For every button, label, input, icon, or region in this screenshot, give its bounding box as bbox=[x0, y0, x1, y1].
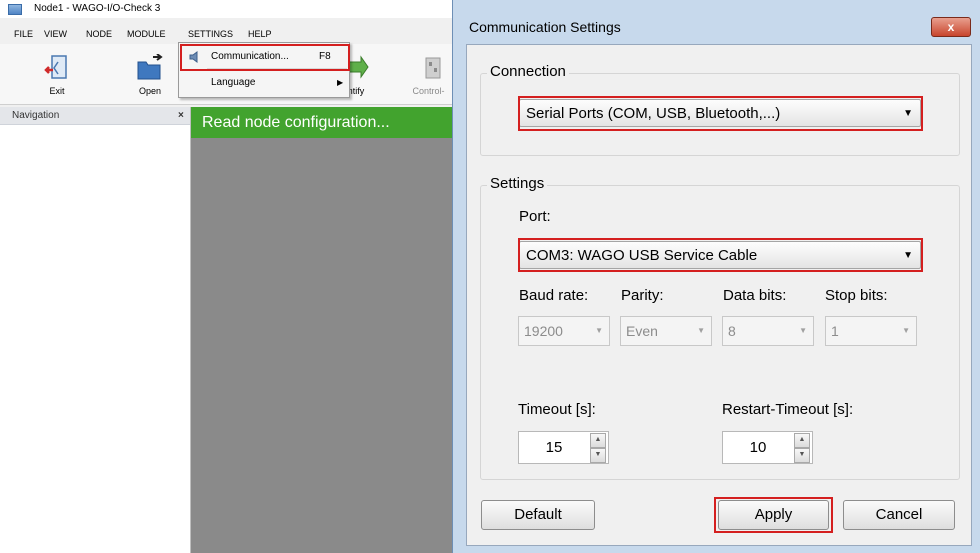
submenu-arrow-icon: ▶ bbox=[337, 78, 344, 87]
navigation-header: Navigation × bbox=[0, 107, 190, 125]
timeout-label: Timeout [s]: bbox=[518, 401, 596, 418]
increment-icon[interactable]: ▲ bbox=[590, 433, 606, 448]
restart-timeout-stepper[interactable]: 10 ▲ ▼ bbox=[722, 431, 813, 464]
stop-bits-select[interactable]: 1 ▼ bbox=[825, 316, 917, 346]
apply-highlight-box bbox=[714, 497, 833, 533]
baud-rate-select[interactable]: 19200 ▼ bbox=[518, 316, 610, 346]
exit-button[interactable]: Exit bbox=[32, 54, 82, 96]
navigation-title: Navigation bbox=[12, 110, 60, 121]
close-icon: x bbox=[947, 20, 955, 34]
cancel-button[interactable]: Cancel bbox=[843, 500, 955, 530]
dialog-title: Communication Settings bbox=[469, 19, 621, 35]
exit-label: Exit bbox=[49, 86, 65, 96]
connection-group-label: Connection bbox=[487, 63, 569, 80]
decrement-icon[interactable]: ▼ bbox=[794, 448, 810, 463]
restart-timeout-value: 10 bbox=[749, 439, 767, 456]
connection-highlight-box bbox=[518, 96, 923, 131]
status-banner: Read node configuration... bbox=[191, 107, 452, 138]
menu-help[interactable]: HELP bbox=[248, 26, 272, 42]
folder-open-icon bbox=[137, 54, 163, 80]
baud-rate-value: 19200 bbox=[524, 323, 563, 339]
chevron-down-icon: ▼ bbox=[595, 326, 603, 335]
open-label: Open bbox=[138, 86, 162, 96]
timeout-value: 15 bbox=[545, 439, 563, 456]
menu-item-language[interactable]: Language ▶ bbox=[179, 71, 349, 95]
chevron-down-icon: ▼ bbox=[697, 326, 705, 335]
control-button[interactable]: Control- bbox=[405, 54, 452, 96]
default-button[interactable]: Default bbox=[481, 500, 595, 530]
dialog-body: Connection Serial Ports (COM, USB, Bluet… bbox=[466, 44, 972, 546]
menu-node[interactable]: NODE bbox=[86, 26, 112, 42]
app-title: Node1 - WAGO-I/O-Check 3 bbox=[34, 3, 161, 14]
menu-file[interactable]: FILE bbox=[14, 26, 33, 42]
chevron-down-icon: ▼ bbox=[799, 326, 807, 335]
port-highlight-box bbox=[518, 238, 923, 272]
main-app-window: Node1 - WAGO-I/O-Check 3 FILE VIEW NODE … bbox=[0, 0, 452, 553]
baud-rate-label: Baud rate: bbox=[519, 287, 589, 304]
decrement-icon[interactable]: ▼ bbox=[590, 448, 606, 463]
increment-icon[interactable]: ▲ bbox=[794, 433, 810, 448]
exit-icon bbox=[44, 55, 67, 79]
settings-group-label: Settings bbox=[487, 175, 548, 192]
workspace-area bbox=[191, 107, 452, 553]
timeout-stepper[interactable]: 15 ▲ ▼ bbox=[518, 431, 609, 464]
communication-settings-dialog: Communication Settings x Connection Seri… bbox=[452, 0, 980, 553]
language-label: Language bbox=[211, 77, 256, 88]
stop-bits-value: 1 bbox=[831, 323, 839, 339]
app-icon bbox=[8, 4, 22, 15]
open-button[interactable]: Open bbox=[125, 54, 175, 96]
data-bits-value: 8 bbox=[728, 323, 736, 339]
communication-highlight-box bbox=[180, 44, 350, 71]
menu-bar: FILE VIEW NODE MODULE SETTINGS HELP bbox=[0, 26, 452, 68]
menu-view[interactable]: VIEW bbox=[44, 26, 67, 42]
menu-module[interactable]: MODULE bbox=[127, 26, 166, 42]
data-bits-label: Data bits: bbox=[723, 287, 787, 304]
chevron-down-icon: ▼ bbox=[902, 326, 910, 335]
control-icon bbox=[425, 57, 440, 79]
status-text: Read node configuration... bbox=[202, 114, 390, 131]
app-titlebar: Node1 - WAGO-I/O-Check 3 bbox=[0, 0, 452, 18]
navigation-close-icon[interactable]: × bbox=[178, 107, 184, 124]
parity-value: Even bbox=[626, 323, 658, 339]
navigation-panel: Navigation × bbox=[0, 107, 191, 553]
menu-settings[interactable]: SETTINGS bbox=[188, 26, 233, 42]
restart-timeout-label: Restart-Timeout [s]: bbox=[722, 401, 854, 418]
stop-bits-label: Stop bits: bbox=[825, 287, 888, 304]
identify-label: ntify bbox=[347, 86, 365, 96]
control-label: Control- bbox=[412, 86, 445, 96]
port-label: Port: bbox=[519, 208, 551, 225]
dialog-close-button[interactable]: x bbox=[931, 17, 971, 37]
data-bits-select[interactable]: 8 ▼ bbox=[722, 316, 814, 346]
parity-label: Parity: bbox=[621, 287, 664, 304]
parity-select[interactable]: Even ▼ bbox=[620, 316, 712, 346]
